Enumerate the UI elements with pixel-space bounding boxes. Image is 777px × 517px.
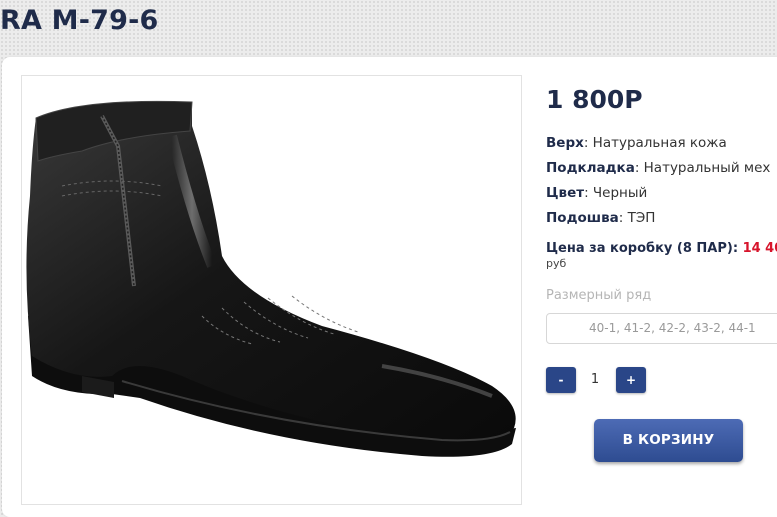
spec-value: : Натуральный мех (634, 160, 771, 176)
spec-label: Цвет (546, 185, 585, 201)
quantity-increase-button[interactable]: + (616, 367, 646, 393)
box-price-amount: 14 400 (742, 241, 777, 256)
size-range-select[interactable]: 40-1, 41-2, 42-2, 43-2, 44-1 (546, 313, 777, 344)
box-price: Цена за коробку (8 ПАР): 14 400 (546, 240, 777, 257)
boot-image-icon (26, 100, 516, 457)
spec-sole: Подошва: ТЭП (546, 209, 655, 227)
spec-value: : Натуральная кожа (583, 135, 727, 151)
spec-upper: Верх: Натуральная кожа (546, 134, 727, 152)
spec-label: Подошва (546, 210, 619, 226)
spec-lining: Подкладка: Натуральный мех (546, 159, 770, 177)
quantity-input[interactable]: 1 (580, 367, 610, 393)
quantity-decrease-button[interactable]: - (546, 367, 576, 393)
spec-label: Подкладка (546, 160, 635, 176)
add-to-cart-button[interactable]: В КОРЗИНУ (594, 419, 743, 462)
spec-value: : Черный (584, 185, 648, 201)
size-range-label: Размерный ряд (546, 288, 652, 303)
product-image[interactable] (21, 75, 522, 505)
product-title: RA M-79-6 (0, 5, 159, 36)
spec-color: Цвет: Черный (546, 184, 647, 202)
product-price: 1 800Р (546, 85, 643, 114)
box-price-currency: руб (546, 257, 567, 270)
box-price-label: Цена за коробку (8 ПАР): (546, 241, 743, 256)
spec-label: Верх (546, 135, 584, 151)
spec-value: : ТЭП (618, 210, 656, 226)
